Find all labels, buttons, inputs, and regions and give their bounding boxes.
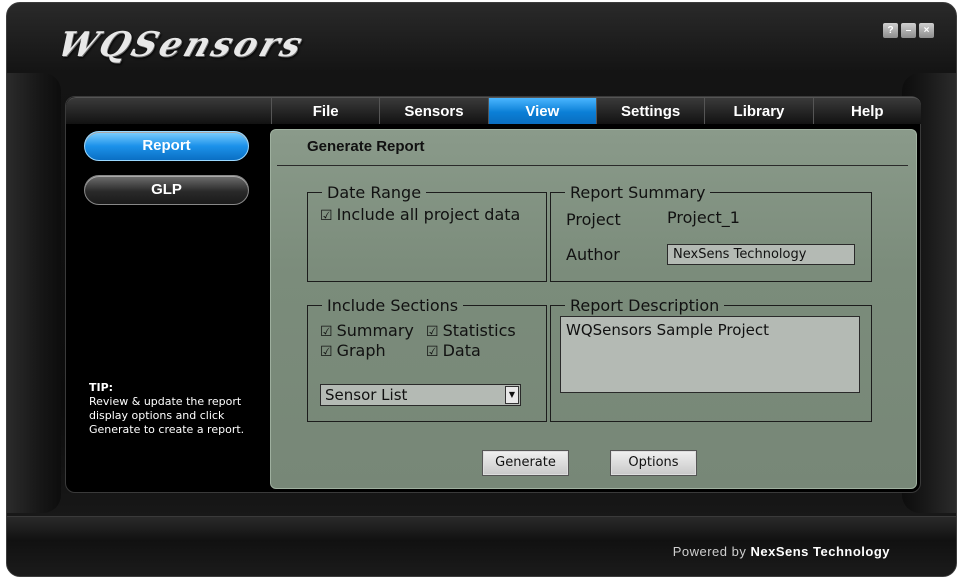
report-description-textarea[interactable]: WQSensors Sample Project — [560, 316, 860, 393]
tabbar-spacer — [66, 97, 271, 124]
date-range-legend: Date Range — [327, 183, 422, 202]
checkbox-checked-icon[interactable]: ☑ — [320, 324, 333, 340]
generate-report-panel: Generate Report Date Range ☑ Include all … — [270, 129, 917, 489]
powered-by-text: Powered by NexSens Technology — [673, 544, 890, 559]
tab-settings[interactable]: Settings — [595, 97, 705, 124]
statistics-checkbox-row[interactable]: ☑ Statistics — [426, 321, 516, 340]
footer-bar: Powered by NexSens Technology — [7, 516, 956, 576]
chevron-down-icon[interactable]: ▼ — [505, 386, 519, 404]
side-navigation: Report GLP — [84, 131, 249, 219]
report-summary-legend: Report Summary — [570, 183, 706, 202]
tip-title: TIP: — [89, 381, 114, 394]
data-checkbox-row[interactable]: ☑ Data — [426, 341, 481, 360]
panel-title: Generate Report — [307, 138, 425, 155]
summary-label: Summary — [336, 321, 414, 340]
help-window-button[interactable]: ? — [883, 23, 898, 38]
minimize-window-button[interactable]: – — [901, 23, 916, 38]
dropdown-selected-value: Sensor List — [325, 386, 408, 404]
checkbox-checked-icon[interactable]: ☑ — [426, 324, 439, 340]
tab-help[interactable]: Help — [812, 97, 921, 124]
author-field[interactable]: NexSens Technology — [667, 244, 855, 265]
powered-brand: NexSens Technology — [750, 544, 890, 559]
generate-button[interactable]: Generate — [482, 450, 569, 476]
author-label: Author — [566, 245, 620, 264]
powered-prefix: Powered by — [672, 544, 747, 559]
menu-tabbar: File Sensors View Settings Library Help — [271, 97, 921, 124]
data-label: Data — [442, 341, 481, 360]
nav-glp-button[interactable]: GLP — [84, 175, 249, 205]
project-label: Project — [566, 210, 621, 229]
window-controls: ? – × — [883, 23, 934, 38]
sensor-list-dropdown[interactable]: Sensor List ▼ — [320, 384, 521, 406]
statistics-label: Statistics — [442, 321, 516, 340]
tab-sensors[interactable]: Sensors — [379, 97, 488, 124]
tip-text: Review & update the report display optio… — [89, 395, 245, 436]
checkbox-checked-icon[interactable]: ☑ — [320, 344, 333, 360]
date-range-group: Date Range — [307, 183, 547, 282]
title-divider — [277, 165, 908, 166]
include-sections-legend: Include Sections — [327, 296, 459, 315]
graph-label: Graph — [336, 341, 386, 360]
report-summary-group: Report Summary — [550, 183, 872, 282]
app-logo: WQSensors — [52, 25, 311, 65]
main-panel: File Sensors View Settings Library Help … — [65, 96, 921, 493]
checkbox-checked-icon[interactable]: ☑ — [426, 344, 439, 360]
project-value: Project_1 — [667, 208, 740, 227]
options-button[interactable]: Options — [610, 450, 697, 476]
include-all-checkbox-row[interactable]: ☑ Include all project data — [320, 205, 520, 224]
window-frame-left — [7, 73, 61, 513]
tab-view[interactable]: View — [487, 97, 596, 124]
close-window-button[interactable]: × — [919, 23, 934, 38]
nav-report-button[interactable]: Report — [84, 131, 249, 161]
tab-file[interactable]: File — [271, 97, 380, 124]
report-description-legend: Report Description — [570, 296, 720, 315]
tab-library[interactable]: Library — [704, 97, 813, 124]
graph-checkbox-row[interactable]: ☑ Graph — [320, 341, 386, 360]
summary-checkbox-row[interactable]: ☑ Summary — [320, 321, 414, 340]
checkbox-checked-icon[interactable]: ☑ — [320, 208, 333, 224]
application-window: WQSensors ? – × File Sensors View Settin… — [6, 2, 957, 577]
tip-box: TIP: Review & update the report display … — [89, 381, 254, 437]
include-all-label: Include all project data — [336, 205, 521, 224]
